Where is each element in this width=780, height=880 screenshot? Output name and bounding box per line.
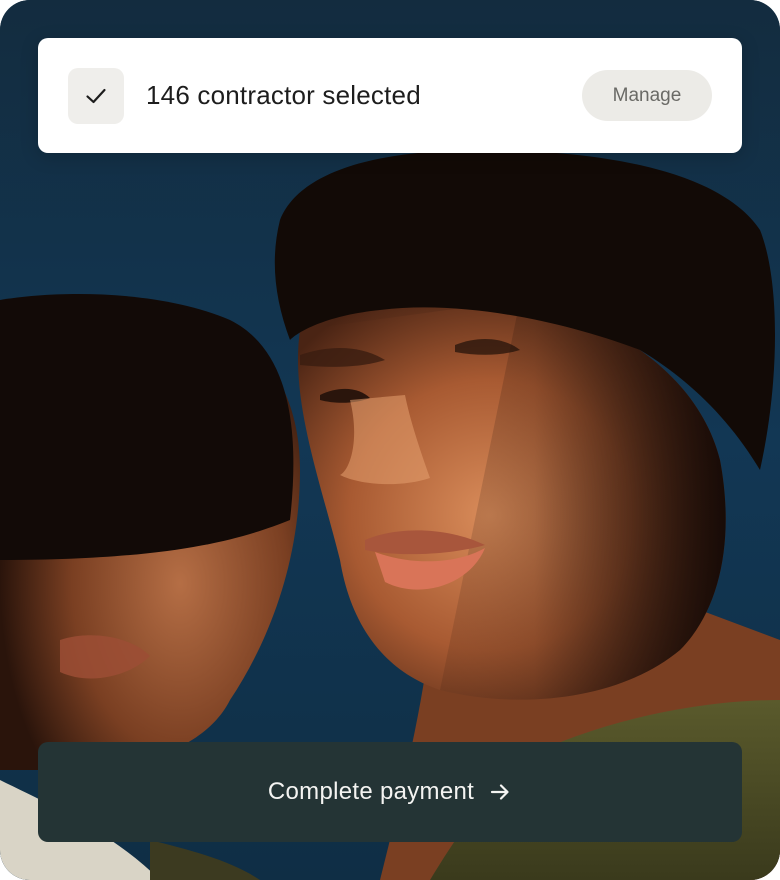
complete-payment-label: Complete payment	[267, 778, 475, 805]
payment-card: 146 contractor selected Manage Complete …	[0, 0, 780, 880]
arrow-right-icon	[491, 784, 509, 800]
checkmark-icon	[86, 88, 106, 104]
selection-bar: 146 contractor selected Manage	[38, 38, 742, 153]
select-all-checkbox[interactable]	[68, 68, 124, 124]
complete-payment-button[interactable]: Complete payment	[38, 742, 742, 842]
manage-button[interactable]: Manage	[582, 70, 712, 121]
selected-count-text: 146 contractor selected	[146, 80, 421, 110]
